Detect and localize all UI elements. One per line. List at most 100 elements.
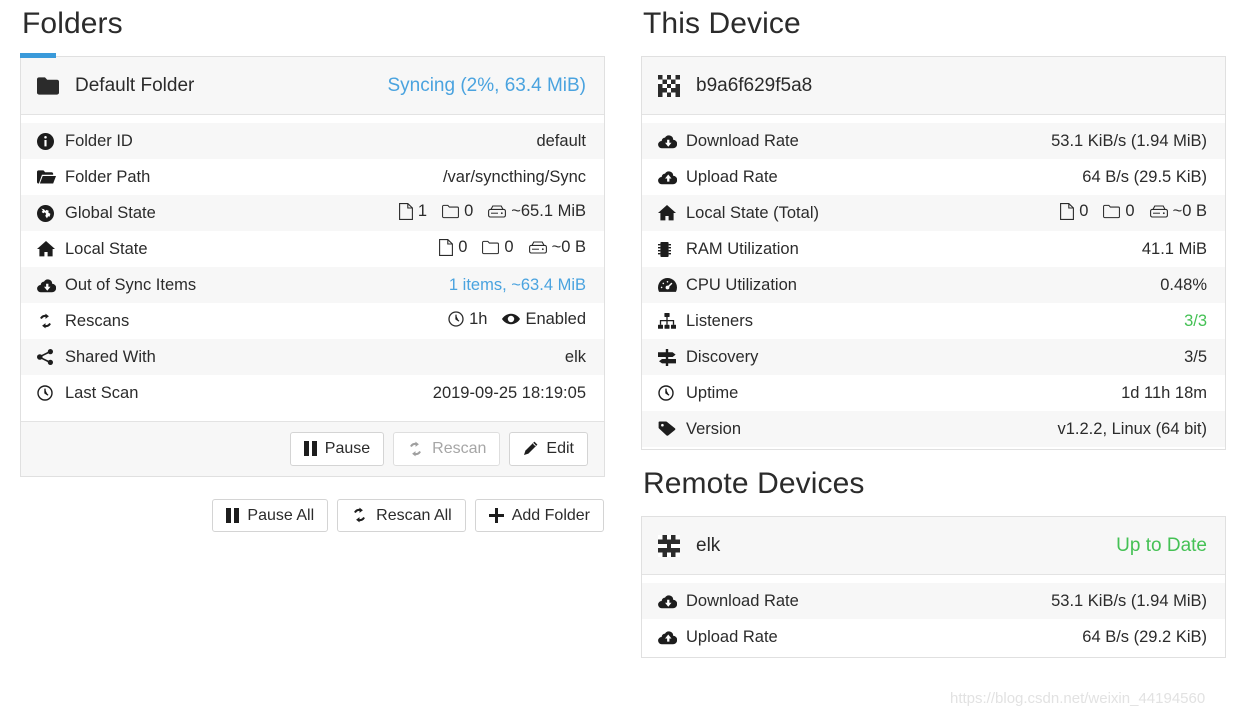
table-row: Download Rate 53.1 KiB/s (1.94 MiB)	[642, 583, 1225, 619]
clock-icon	[658, 385, 686, 401]
rescan-all-button[interactable]: Rescan All	[337, 498, 466, 533]
table-row: Discovery 3/5	[642, 339, 1225, 375]
global-folder-actions: Pause All Rescan All Add Folder	[20, 477, 605, 533]
rescan-all-label: Rescan All	[376, 506, 452, 524]
out-of-sync-link[interactable]: 1 items, ~63.4 MiB	[449, 276, 586, 295]
folder-panel-header[interactable]: Default Folder Syncing (2%, 63.4 MiB)	[21, 57, 604, 115]
table-row: Last Scan 2019-09-25 18:19:05	[21, 375, 604, 411]
size-total: ~0 B	[1149, 201, 1207, 221]
remote-device-details-table: Download Rate 53.1 KiB/s (1.94 MiB) Uplo…	[642, 575, 1225, 657]
folder-open-icon	[37, 169, 65, 185]
pause-button-label: Pause	[324, 440, 371, 457]
cloud-download-icon	[658, 594, 686, 609]
row-value: 1 0 ~65.1 MiB	[398, 202, 586, 225]
size-value: ~0 B	[1172, 201, 1207, 220]
rescan-button[interactable]: Rescan	[393, 432, 501, 466]
file-count-value: 0	[458, 237, 468, 256]
signpost-icon	[658, 348, 686, 366]
file-icon	[439, 238, 454, 256]
row-label: Upload Rate	[686, 627, 778, 646]
folder-count: 0	[442, 202, 473, 221]
this-device-panel: b9a6f629f5a8 Download Rate 53.1 KiB/s (1…	[641, 56, 1226, 450]
watch-state: Enabled	[502, 310, 586, 329]
file-icon	[398, 202, 413, 220]
cloud-upload-icon	[658, 630, 686, 645]
row-value: 3/5	[1184, 347, 1207, 366]
pause-all-button[interactable]: Pause All	[212, 498, 329, 533]
row-label: Out of Sync Items	[65, 275, 197, 294]
row-label: Last Scan	[65, 383, 139, 402]
plus-icon	[488, 507, 504, 523]
table-row: Folder Path /var/syncthing/Sync	[21, 159, 604, 195]
identicon	[658, 74, 692, 97]
this-device-header[interactable]: b9a6f629f5a8	[642, 57, 1225, 115]
edit-button-label: Edit	[546, 440, 574, 457]
pause-icon	[226, 507, 240, 523]
table-row: Local State 0 0 ~0 B	[21, 231, 604, 267]
this-device-details-table: Download Rate 53.1 KiB/s (1.94 MiB) Uplo…	[642, 115, 1225, 449]
cloud-upload-icon	[658, 170, 686, 185]
row-value: /var/syncthing/Sync	[442, 167, 586, 186]
row-label: Download Rate	[686, 591, 799, 610]
row-value: elk	[564, 347, 586, 366]
row-value: 53.1 KiB/s (1.94 MiB)	[1051, 591, 1207, 610]
table-row: Global State 1 0 ~65.1 MiB	[21, 195, 604, 231]
hard-drive-icon	[488, 204, 507, 218]
table-row: Listeners 3/3	[642, 303, 1225, 339]
row-label: Local State	[65, 239, 148, 258]
folder-count-value: 0	[1125, 201, 1135, 220]
file-count: 0	[439, 238, 467, 257]
watch-state-value: Enabled	[525, 309, 586, 328]
row-label: Rescans	[65, 311, 130, 330]
cloud-download-icon	[37, 278, 65, 293]
table-row: Download Rate 53.1 KiB/s (1.94 MiB)	[642, 123, 1225, 159]
remote-device-name: elk	[696, 534, 721, 556]
folder-count-value: 0	[504, 237, 514, 256]
edit-button[interactable]: Edit	[509, 432, 588, 466]
row-label: Folder ID	[65, 131, 133, 150]
row-value: 0 0 ~0 B	[439, 238, 586, 261]
remote-device-status: Up to Date	[1116, 534, 1207, 556]
rescan-interval-value: 1h	[469, 309, 488, 328]
row-label: Global State	[65, 203, 156, 222]
row-value: 64 B/s (29.2 KiB)	[1082, 627, 1207, 646]
sitemap-icon	[658, 313, 686, 329]
table-row: RAM Utilization 41.1 MiB	[642, 231, 1225, 267]
row-value: 0 0 ~0 B	[1060, 202, 1207, 225]
row-value: 53.1 KiB/s (1.94 MiB)	[1051, 131, 1207, 150]
table-row: Shared With elk	[21, 339, 604, 375]
tag-icon	[658, 421, 686, 437]
table-row: Local State (Total) 0 0 ~0 B	[642, 195, 1225, 231]
size-value: ~0 B	[551, 237, 586, 256]
identicon	[658, 534, 692, 557]
table-row: CPU Utilization 0.48%	[642, 267, 1225, 303]
table-row: Uptime 1d 11h 18m	[642, 375, 1225, 411]
rescan-interval: 1h	[448, 310, 487, 329]
table-row: Version v1.2.2, Linux (64 bit)	[642, 411, 1225, 447]
file-icon	[1060, 202, 1075, 220]
add-folder-label: Add Folder	[511, 506, 590, 524]
watermark: https://blog.csdn.net/weixin_44194560	[950, 690, 1206, 707]
page-title-this-device: This Device	[643, 7, 801, 40]
folder-count-value: 0	[464, 201, 474, 220]
pause-all-label: Pause All	[247, 506, 315, 524]
row-value: 2019-09-25 18:19:05	[432, 383, 586, 402]
clock-icon	[37, 385, 65, 401]
rescan-button-label: Rescan	[432, 440, 487, 457]
share-alt-icon	[37, 349, 65, 365]
remote-device-header[interactable]: elk Up to Date	[642, 517, 1225, 575]
file-count-value: 0	[1079, 201, 1089, 220]
folder-actions: Pause Rescan Edit	[21, 421, 604, 476]
row-label: CPU Utilization	[686, 275, 797, 294]
row-label: Uptime	[686, 383, 739, 402]
add-folder-button[interactable]: Add Folder	[474, 498, 604, 533]
remote-device-panel: elk Up to Date Download Rate 53.1 KiB/s …	[641, 516, 1226, 658]
pause-button[interactable]: Pause	[289, 432, 385, 466]
folder-details-table: Folder ID default Folder Path /var/synct…	[21, 115, 604, 413]
tachometer-icon	[658, 277, 686, 293]
row-value: 1h Enabled	[448, 310, 586, 333]
syncthing-dashboard: Folders Default Folder Syncing (2%, 63.4…	[0, 0, 1237, 721]
this-device-name: b9a6f629f5a8	[696, 74, 813, 96]
info-circle-icon	[37, 132, 65, 150]
row-value: 3/3	[1184, 311, 1207, 330]
